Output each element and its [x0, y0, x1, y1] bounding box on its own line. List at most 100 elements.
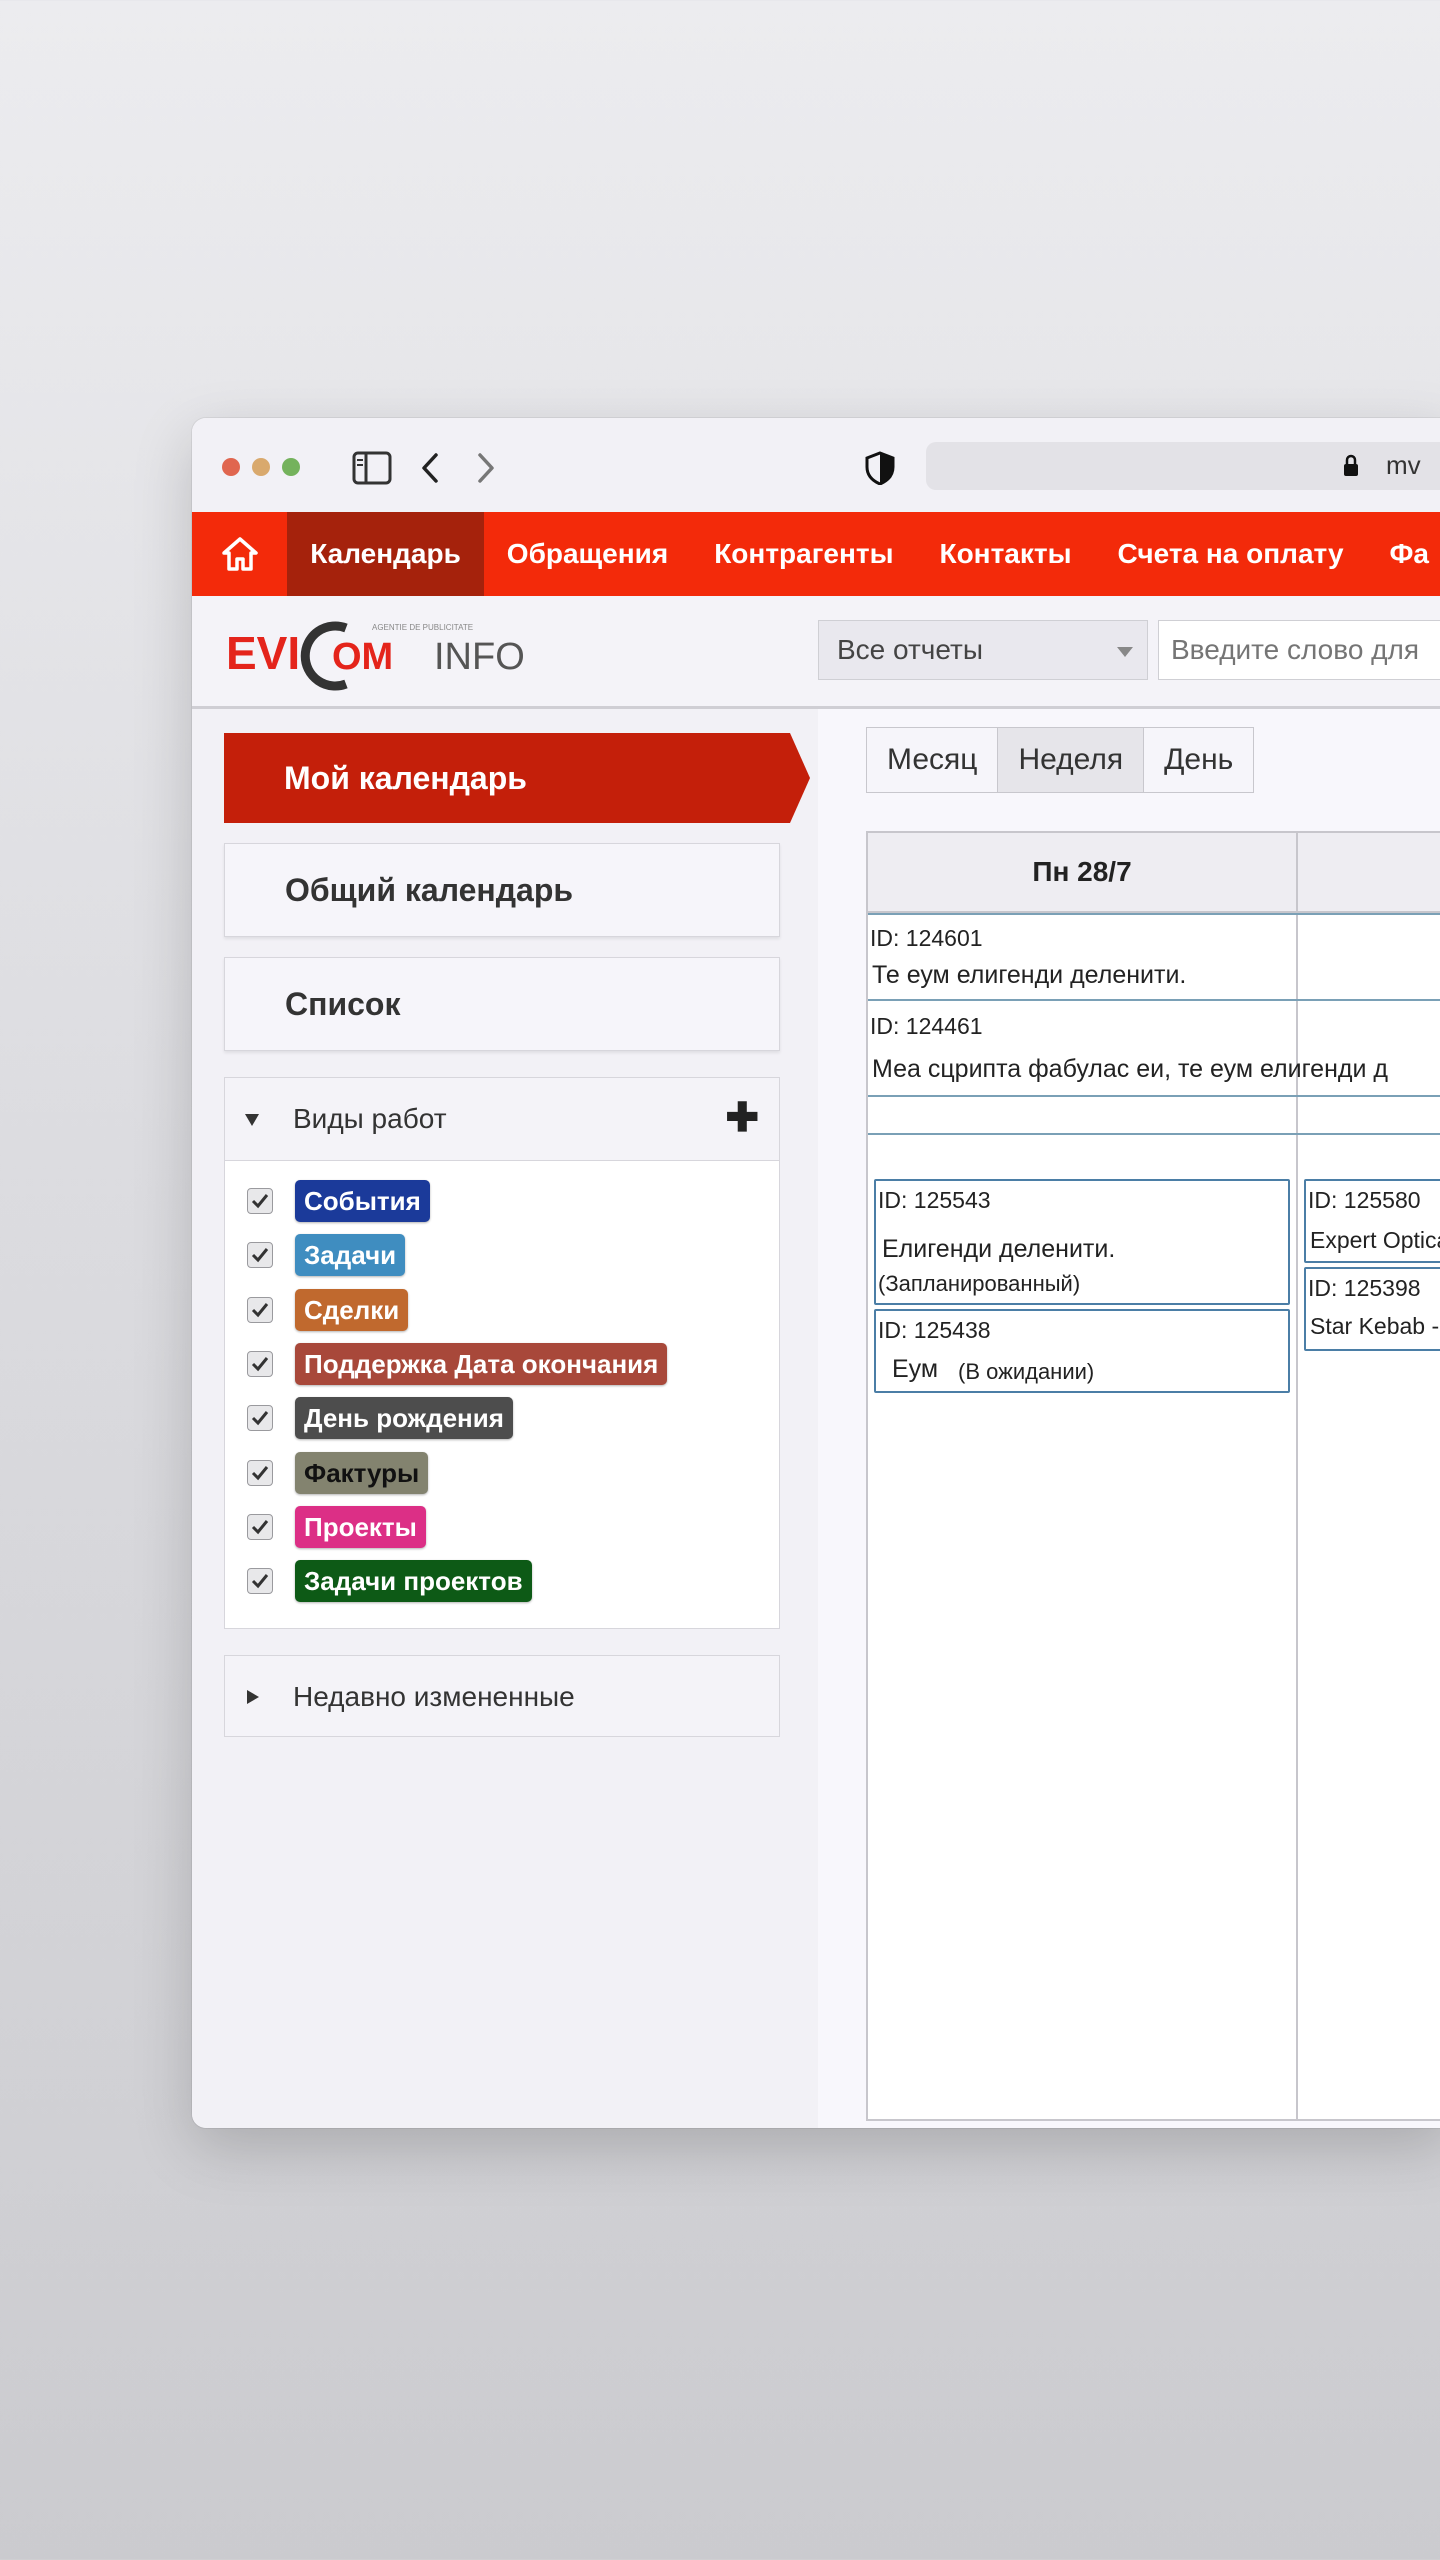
shared-calendar-button[interactable]: Общий календарь [224, 843, 780, 937]
allday-event-title[interactable]: Те еум елигенди деленити. [872, 961, 1186, 990]
work-type-row[interactable]: Поддержка Дата окончания [247, 1342, 668, 1385]
calendar-event[interactable]: ID: 125398 Star Kebab - [1304, 1267, 1440, 1351]
main-nav: Календарь Обращения Контрагенты Контакты… [192, 512, 1440, 596]
calendar-event[interactable]: ID: 125543 Елигенди деленити. (Запланиро… [874, 1179, 1290, 1305]
work-type-tag: Проекты [295, 1505, 426, 1548]
event-title: Елигенди деленити. [882, 1235, 1116, 1263]
event-id: ID: 125580 [1308, 1187, 1421, 1213]
list-button[interactable]: Список [224, 957, 780, 1051]
close-window-button[interactable] [222, 458, 240, 476]
allday-event-id[interactable]: ID: 124461 [870, 1013, 983, 1040]
calendar-event[interactable]: ID: 125580 Expert Optica [1304, 1179, 1440, 1263]
event-title: Star Kebab - [1310, 1313, 1440, 1339]
work-type-row[interactable]: Фактуры [247, 1451, 429, 1494]
day-header-row: Пн 28/7 [868, 833, 1440, 913]
calendar-event[interactable]: ID: 125438 Еум (В ожидании) [874, 1309, 1290, 1393]
checkbox[interactable] [247, 1350, 273, 1377]
check-icon [251, 1411, 269, 1426]
event-title: Еум [892, 1355, 939, 1383]
url-text: mv [1386, 450, 1421, 480]
event-id: ID: 125398 [1308, 1275, 1421, 1301]
back-icon[interactable] [410, 448, 450, 488]
add-icon[interactable]: ✚ [725, 1094, 759, 1142]
day-header-monday: Пн 28/7 [1032, 856, 1132, 887]
checkbox[interactable] [247, 1459, 273, 1486]
expand-icon [247, 1690, 259, 1704]
event-status: (В ожидании) [958, 1359, 1095, 1384]
work-type-row[interactable]: Задачи проектов [247, 1560, 532, 1603]
maximize-window-button[interactable] [282, 458, 300, 476]
reports-select-value: Все отчеты [837, 634, 983, 665]
check-icon [251, 1356, 269, 1372]
work-types-title: Виды работ [293, 1103, 447, 1134]
work-type-row[interactable]: День рождения [247, 1397, 513, 1440]
allday-event-title[interactable]: Меа сцрипта фабулас еи, те еум елигенди … [872, 1055, 1388, 1084]
work-type-row[interactable]: События [247, 1180, 430, 1222]
minimize-window-button[interactable] [252, 458, 270, 476]
svg-text:EVI: EVI [226, 627, 300, 679]
work-type-tag: День рождения [295, 1397, 513, 1440]
sidebar-toggle-icon[interactable] [352, 448, 392, 488]
checkbox[interactable] [247, 1242, 273, 1269]
address-bar[interactable]: mv [926, 442, 1440, 490]
work-type-row[interactable]: Сделки [247, 1288, 409, 1331]
allday-event-id[interactable]: ID: 124601 [870, 925, 983, 952]
work-types-header[interactable]: Виды работ ✚ [225, 1078, 779, 1161]
lock-icon [1344, 454, 1358, 476]
collapse-icon [245, 1114, 259, 1126]
event-id: ID: 125438 [878, 1317, 991, 1343]
my-calendar-label: Мой календарь [284, 760, 527, 796]
work-type-row[interactable]: Задачи [247, 1234, 406, 1277]
nav-item-more[interactable]: Фа [1367, 512, 1440, 596]
allday-divider [868, 1133, 1440, 1135]
view-tabs: Месяц Неделя День [866, 727, 1255, 793]
check-icon [251, 1248, 269, 1263]
work-types-panel: Виды работ ✚ События Задачи Сделки Поддержк… [224, 1077, 780, 1629]
nav-item-contacts[interactable]: Контакты [916, 512, 1094, 596]
nav-item-accounts[interactable]: Контрагенты [691, 512, 916, 596]
work-type-tag: Задачи [295, 1234, 406, 1277]
work-type-row[interactable]: Проекты [247, 1505, 426, 1548]
recently-changed-panel[interactable]: Недавно измененные [224, 1655, 780, 1737]
recently-changed-title: Недавно измененные [293, 1681, 575, 1712]
checkbox[interactable] [247, 1568, 273, 1595]
browser-titlebar: mv [192, 418, 1440, 512]
svg-text:INFO: INFO [434, 636, 525, 678]
calendar-area: Месяц Неделя День Пн 28/7 ID: 124601 Те … [818, 709, 1440, 2128]
nav-item-invoices[interactable]: Счета на оплату [1095, 512, 1367, 596]
search-input[interactable] [1158, 620, 1440, 680]
checkbox[interactable] [247, 1296, 273, 1323]
work-type-tag: Фактуры [295, 1451, 429, 1494]
event-title: Expert Optica [1310, 1227, 1440, 1253]
browser-window: mv Календарь Обращения Контрагенты Конта… [192, 418, 1440, 2128]
app-header: EVI OM INFO AGENTIE DE PUBLICITATE Все о… [192, 596, 1440, 709]
check-icon [251, 1519, 269, 1535]
checkbox[interactable] [247, 1513, 273, 1540]
my-calendar-button[interactable]: Мой календарь [224, 733, 810, 823]
allday-divider [868, 999, 1440, 1001]
forward-icon[interactable] [466, 448, 506, 488]
column-separator [1296, 833, 1298, 2119]
tab-day[interactable]: День [1144, 728, 1254, 792]
reports-select[interactable]: Все отчеты [818, 620, 1148, 680]
home-icon[interactable] [192, 512, 287, 596]
check-icon [251, 1574, 269, 1589]
tab-week[interactable]: Неделя [998, 728, 1145, 792]
chevron-down-icon [1117, 647, 1133, 657]
check-icon [251, 1465, 269, 1480]
check-icon [251, 1194, 269, 1209]
nav-item-calendar[interactable]: Календарь [287, 512, 484, 596]
allday-divider [868, 913, 1440, 915]
privacy-shield-icon[interactable] [860, 448, 900, 488]
work-type-tag: События [295, 1180, 430, 1222]
svg-text:AGENTIE DE PUBLICITATE: AGENTIE DE PUBLICITATE [372, 623, 473, 632]
nav-item-tickets[interactable]: Обращения [484, 512, 691, 596]
event-id: ID: 125543 [878, 1187, 991, 1213]
checkbox[interactable] [247, 1405, 273, 1432]
tab-month[interactable]: Месяц [867, 728, 999, 792]
work-type-tag: Задачи проектов [295, 1560, 532, 1603]
evicom-logo[interactable]: EVI OM INFO AGENTIE DE PUBLICITATE [226, 614, 526, 696]
check-icon [251, 1302, 269, 1317]
checkbox[interactable] [247, 1188, 273, 1214]
allday-divider [868, 1095, 1440, 1097]
